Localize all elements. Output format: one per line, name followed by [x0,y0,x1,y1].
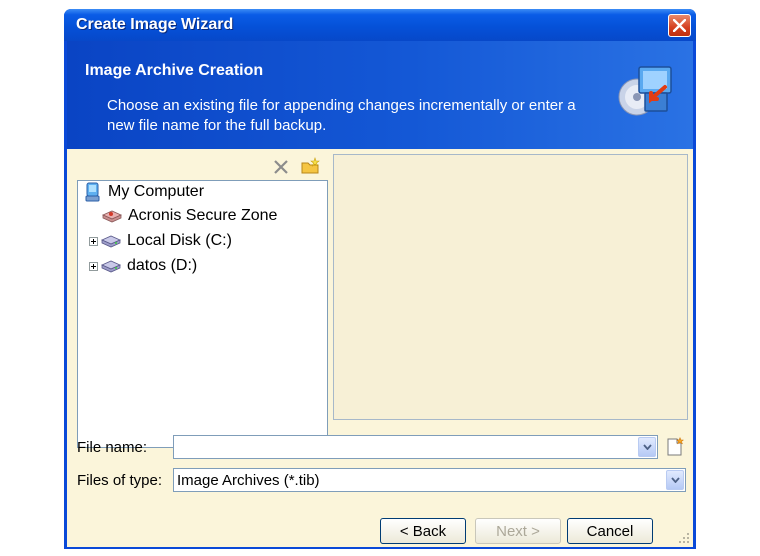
files-of-type-label: Files of type: [77,472,163,489]
wizard-window: Create Image Wizard Image Archive Creati… [64,9,696,549]
chevron-down-icon [671,477,680,483]
tree-item-label: Local Disk (C:) [127,232,232,249]
drive-icon [101,260,121,273]
tree-item-acronis-secure-zone[interactable]: Acronis Secure Zone [102,204,277,228]
files-of-type-select[interactable]: Image Archives (*.tib) [173,468,686,492]
resize-grip-icon[interactable] [678,532,690,544]
tree-item-label: My Computer [108,183,205,200]
cancel-button[interactable]: Cancel [567,518,653,544]
expand-icon[interactable] [89,261,98,271]
file-name-label: File name: [77,439,148,456]
files-of-type-value: Image Archives (*.tib) [177,472,320,489]
new-file-icon[interactable] [665,437,685,457]
tree-item-label: datos (D:) [127,257,198,274]
tree-item-datos-d[interactable]: datos (D:) [89,254,197,278]
wizard-backup-icon [618,66,672,116]
file-list-area[interactable] [333,154,688,420]
title-bar[interactable]: Create Image Wizard [64,9,696,41]
my-computer-icon [85,182,100,202]
new-folder-icon[interactable] [301,157,321,175]
step-description: Choose an existing file for appending ch… [107,97,576,134]
folder-tree[interactable]: My Computer Acronis Secure Zone Local Di… [77,180,328,448]
file-name-combo[interactable] [173,435,658,459]
window-title: Create Image Wizard [76,16,234,33]
back-button[interactable]: < Back [380,518,466,544]
wizard-header: Image Archive Creation Choose an existin… [67,41,693,149]
next-button[interactable]: Next > [475,518,561,544]
chevron-down-icon [643,444,652,450]
tree-item-my-computer[interactable]: My Computer [84,180,204,204]
close-icon [673,19,686,32]
tree-item-local-disk-c[interactable]: Local Disk (C:) [89,229,232,253]
drive-icon [102,210,122,223]
x-icon[interactable] [273,159,289,175]
expand-icon[interactable] [89,236,98,246]
drive-icon [101,235,121,248]
dialog-client: Image Archive Creation Choose an existin… [67,41,693,547]
step-title: Image Archive Creation [85,62,264,79]
files-of-type-dropdown[interactable] [666,470,684,490]
close-button[interactable] [668,14,691,37]
content-panel: My Computer Acronis Secure Zone Local Di… [67,149,693,547]
tree-item-label: Acronis Secure Zone [128,207,278,224]
file-name-dropdown[interactable] [638,437,656,457]
